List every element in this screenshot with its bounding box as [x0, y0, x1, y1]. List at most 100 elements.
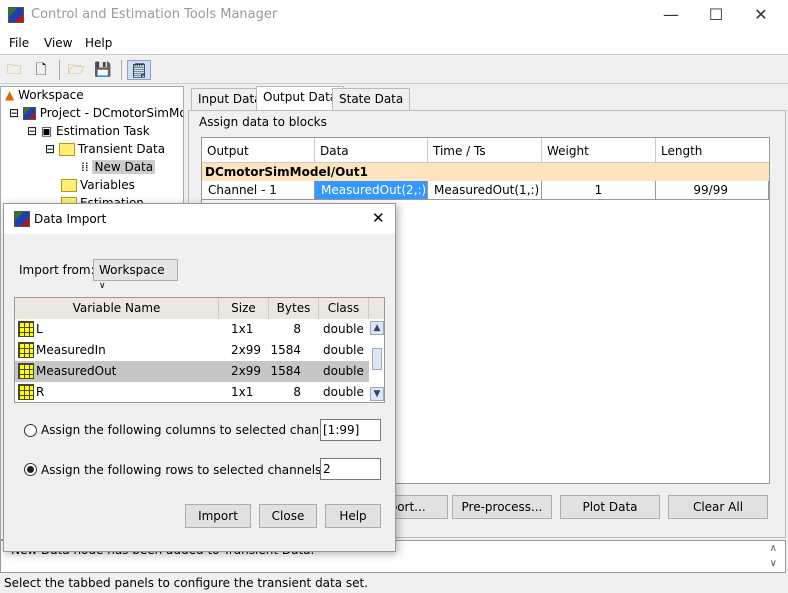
- tab-output-data[interactable]: Output Data: [256, 86, 345, 111]
- matlab-icon: ▲: [5, 88, 15, 102]
- open-icon[interactable]: 🗁: [66, 60, 86, 80]
- column-header-time[interactable]: Time / Ts: [428, 138, 542, 163]
- variable-class: double: [323, 343, 364, 357]
- title-bar: Control and Estimation Tools Manager — ☐…: [0, 0, 788, 30]
- rows-radio[interactable]: [24, 463, 37, 476]
- task-icon: ▣: [40, 124, 53, 138]
- scroll-down-icon[interactable]: ∨: [770, 558, 777, 569]
- minimize-button[interactable]: —: [656, 4, 686, 26]
- dialog-title-bar: Data Import ✕: [4, 204, 395, 234]
- new-task-icon[interactable]: 🗋: [31, 60, 51, 80]
- toolbar-separator: [121, 60, 122, 80]
- status-bar: Select the tabbed panels to configure th…: [4, 576, 369, 590]
- tree-item-workspace[interactable]: ▲ Workspace: [5, 88, 84, 102]
- tab-state-data[interactable]: State Data: [332, 88, 411, 110]
- variable-row[interactable]: MeasuredOut 2x99 1584 double: [15, 361, 369, 382]
- variable-bytes: 8: [293, 322, 301, 336]
- column-header-bytes[interactable]: Bytes: [269, 298, 319, 319]
- dialog-close-btn[interactable]: Close: [259, 504, 317, 528]
- variable-size: 1x1: [231, 385, 254, 399]
- variable-row[interactable]: MeasuredIn 2x99 1584 double: [15, 340, 369, 361]
- menu-bar: File View Help: [0, 30, 788, 55]
- rows-option-label: Assign the following rows to selected ch…: [41, 463, 326, 477]
- clear-all-button[interactable]: Clear All: [668, 495, 768, 519]
- variable-name: R: [36, 385, 45, 399]
- column-header-data[interactable]: Data: [315, 138, 428, 163]
- data-icon: ⁞⁞: [81, 160, 89, 174]
- project-icon: [22, 107, 36, 120]
- header-corner: [369, 298, 384, 319]
- section-label: Assign data to blocks: [199, 115, 327, 129]
- scroll-up-button[interactable]: ▲: [370, 321, 384, 335]
- scrollbar-thumb[interactable]: [372, 348, 382, 370]
- matrix-icon: [18, 384, 34, 400]
- variable-row[interactable]: R 1x1 8 double: [15, 382, 369, 402]
- variable-bytes: 1584: [270, 364, 301, 378]
- tree-item-variables[interactable]: Variables: [61, 178, 135, 192]
- dialog-close-button[interactable]: ✕: [372, 209, 385, 227]
- column-header-variable-name[interactable]: Variable Name: [15, 298, 219, 319]
- scroll-down-button[interactable]: ▼: [370, 387, 384, 401]
- columns-radio[interactable]: [24, 424, 37, 437]
- variable-name: MeasuredIn: [36, 343, 106, 357]
- maximize-button[interactable]: ☐: [701, 4, 731, 26]
- variable-size: 2x99: [231, 364, 262, 378]
- import-from-value: Workspace: [99, 263, 165, 277]
- tree-item-project[interactable]: ⊟ Project - DCmotorSimModel: [9, 106, 183, 120]
- columns-option-label: Assign the following columns to selected…: [41, 423, 348, 437]
- matrix-icon: [18, 342, 34, 358]
- rows-input[interactable]: 2: [320, 458, 381, 480]
- variables-table: Variable Name Size Bytes Class L 1x1 8 doub…: [14, 297, 385, 403]
- notes-icon[interactable]: 🗒: [127, 60, 151, 80]
- tree-item-estimation-task[interactable]: ⊟ ▣ Estimation Task: [27, 124, 150, 138]
- variable-class: double: [323, 385, 364, 399]
- cell-time[interactable]: MeasuredOut(1,:): [428, 181, 542, 200]
- column-header-output[interactable]: Output: [202, 138, 315, 163]
- variable-bytes: 1584: [270, 343, 301, 357]
- matrix-icon: [18, 363, 34, 379]
- toolbar: 🗀 🗋 🗁 💾 🗒: [0, 56, 788, 84]
- tree-item-transient-data[interactable]: ⊟ Transient Data: [45, 142, 165, 156]
- variable-size: 2x99: [231, 343, 262, 357]
- menu-help[interactable]: Help: [85, 36, 112, 50]
- cell-output[interactable]: Channel - 1: [202, 181, 315, 200]
- cell-weight[interactable]: 1: [542, 181, 656, 200]
- close-button[interactable]: ✕: [746, 4, 776, 26]
- cell-data[interactable]: MeasuredOut(2,:): [315, 181, 428, 200]
- column-header-length[interactable]: Length: [656, 138, 769, 163]
- app-icon: [8, 7, 24, 23]
- menu-file[interactable]: File: [9, 36, 29, 50]
- variable-row[interactable]: L 1x1 8 double: [15, 319, 369, 340]
- toolbar-separator: [59, 60, 60, 80]
- group-row: DCmotorSimModel/Out1: [202, 163, 769, 181]
- dialog-help-button[interactable]: Help: [325, 504, 381, 528]
- plot-data-button[interactable]: Plot Data: [560, 495, 660, 519]
- window-title: Control and Estimation Tools Manager: [31, 7, 278, 22]
- folder-icon: [61, 179, 77, 192]
- import-from-label: Import from:: [19, 263, 95, 277]
- variable-bytes: 8: [293, 385, 301, 399]
- variable-size: 1x1: [231, 322, 254, 336]
- columns-input[interactable]: [1:99]: [320, 419, 381, 441]
- column-header-weight[interactable]: Weight: [542, 138, 656, 163]
- variable-class: double: [323, 322, 364, 336]
- matrix-icon: [18, 321, 34, 337]
- column-header-class[interactable]: Class: [319, 298, 369, 319]
- import-from-dropdown[interactable]: Workspace ∨: [93, 259, 178, 291]
- new-project-icon[interactable]: 🗀: [4, 60, 24, 80]
- variable-name: L: [36, 322, 43, 336]
- scroll-up-icon[interactable]: ∧: [770, 543, 777, 554]
- variable-name: MeasuredOut: [36, 364, 117, 378]
- cell-length[interactable]: 99/99: [656, 181, 769, 200]
- column-header-size[interactable]: Size: [219, 298, 269, 319]
- pre-process-button[interactable]: Pre-process...: [452, 495, 552, 519]
- save-icon[interactable]: 💾: [93, 60, 113, 80]
- folder-icon: [58, 143, 75, 156]
- dialog-title: Data Import: [34, 212, 107, 226]
- data-import-dialog: Data Import ✕ Import from: Workspace ∨ V…: [3, 203, 396, 552]
- variable-class: double: [323, 364, 364, 378]
- dialog-import-button[interactable]: Import: [185, 504, 251, 528]
- tree-item-new-data[interactable]: ⁞⁞ New Data: [81, 160, 156, 174]
- dialog-icon: [14, 211, 30, 227]
- menu-view[interactable]: View: [44, 36, 72, 50]
